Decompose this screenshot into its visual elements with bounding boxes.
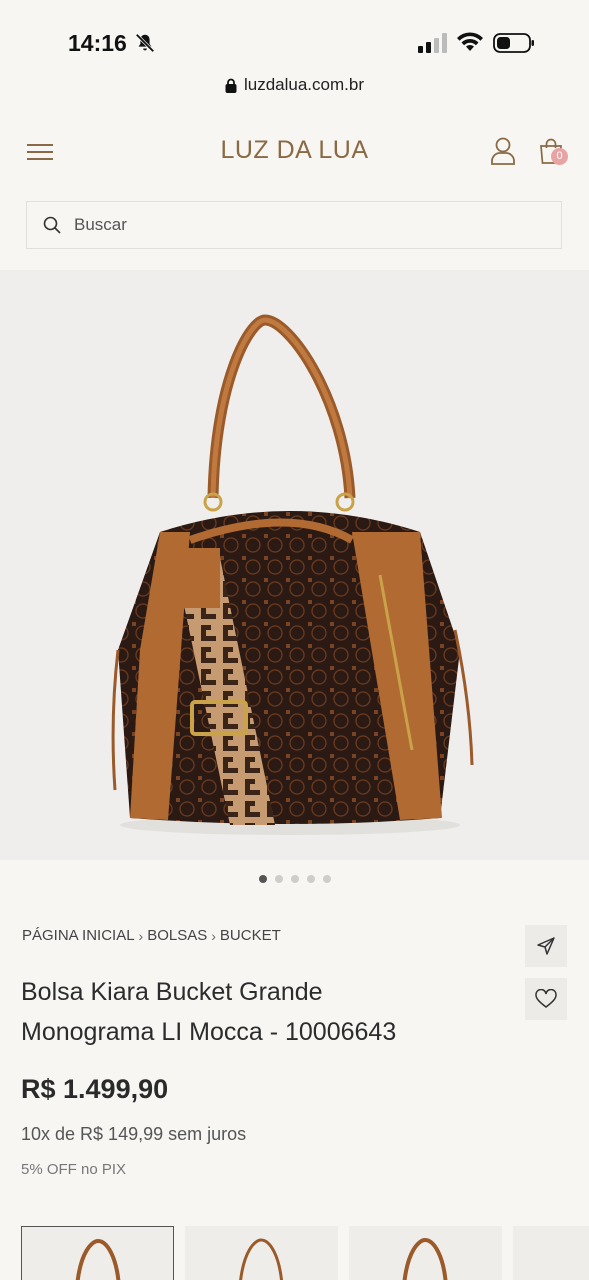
- thumbnail[interactable]: [349, 1226, 502, 1280]
- breadcrumb: PÁGINA INICIAL › BOLSAS › BUCKET: [22, 927, 281, 944]
- user-icon[interactable]: [489, 136, 517, 166]
- heart-icon: [535, 989, 557, 1008]
- product-title: Bolsa Kiara Bucket Grande Monograma LI M…: [21, 972, 501, 1052]
- search-input[interactable]: Buscar: [26, 201, 562, 249]
- cart-count-badge: 0: [551, 148, 568, 165]
- bucket-bag-image: [111, 314, 474, 835]
- thumbnail-bag-image: [402, 1237, 448, 1280]
- search-placeholder: Buscar: [74, 215, 127, 234]
- thumbnail-strip: [21, 1226, 589, 1280]
- wifi-icon: [457, 32, 483, 51]
- thumbnail-bag-image: [75, 1238, 121, 1280]
- favorite-button[interactable]: [525, 978, 567, 1020]
- gallery-dot[interactable]: [306, 875, 315, 883]
- battery-icon: [493, 33, 534, 53]
- chevron-right-icon: ›: [138, 927, 144, 944]
- gallery-dot[interactable]: [290, 875, 299, 883]
- search-icon: [43, 216, 61, 234]
- chevron-right-icon: ›: [211, 927, 216, 944]
- site-header: LUZ DA LUA: [0, 120, 589, 184]
- signal-icon: [418, 33, 447, 53]
- gallery-dot[interactable]: [258, 875, 267, 883]
- installments-text: 10x de R$ 149,99 sem juros: [21, 1124, 247, 1144]
- gallery-dot[interactable]: [322, 875, 331, 883]
- status-time: 14:16: [68, 30, 127, 56]
- thumbnail-bag-image: [239, 1238, 283, 1280]
- thumbnail[interactable]: [185, 1226, 338, 1280]
- product-price: R$ 1.499,90: [21, 1074, 169, 1104]
- thumbnail[interactable]: [21, 1226, 174, 1280]
- lock-icon: [225, 78, 237, 93]
- product-title-line-1: Bolsa Kiara Bucket Grande: [21, 978, 323, 1006]
- product-title-line-2: Monograma LI Mocca - 10006643: [21, 1018, 397, 1046]
- gallery-dot[interactable]: [274, 875, 283, 883]
- url-text: luzdalua.com.br: [243, 75, 364, 94]
- address-bar[interactable]: luzdalua.com.br: [0, 70, 589, 100]
- breadcrumb-home[interactable]: PÁGINA INICIAL: [22, 927, 135, 944]
- gallery-pagination[interactable]: [0, 875, 589, 883]
- send-icon: [537, 937, 555, 955]
- breadcrumb-bolsas[interactable]: BOLSAS: [147, 927, 207, 944]
- status-bar: 14:16: [0, 0, 589, 70]
- share-button[interactable]: [525, 925, 567, 967]
- breadcrumb-bucket[interactable]: BUCKET: [220, 927, 281, 944]
- thumbnail[interactable]: [513, 1226, 589, 1280]
- product-image[interactable]: [0, 270, 589, 860]
- bell-muted-icon: [135, 33, 155, 53]
- pix-discount-text: 5% OFF no PIX: [21, 1161, 127, 1178]
